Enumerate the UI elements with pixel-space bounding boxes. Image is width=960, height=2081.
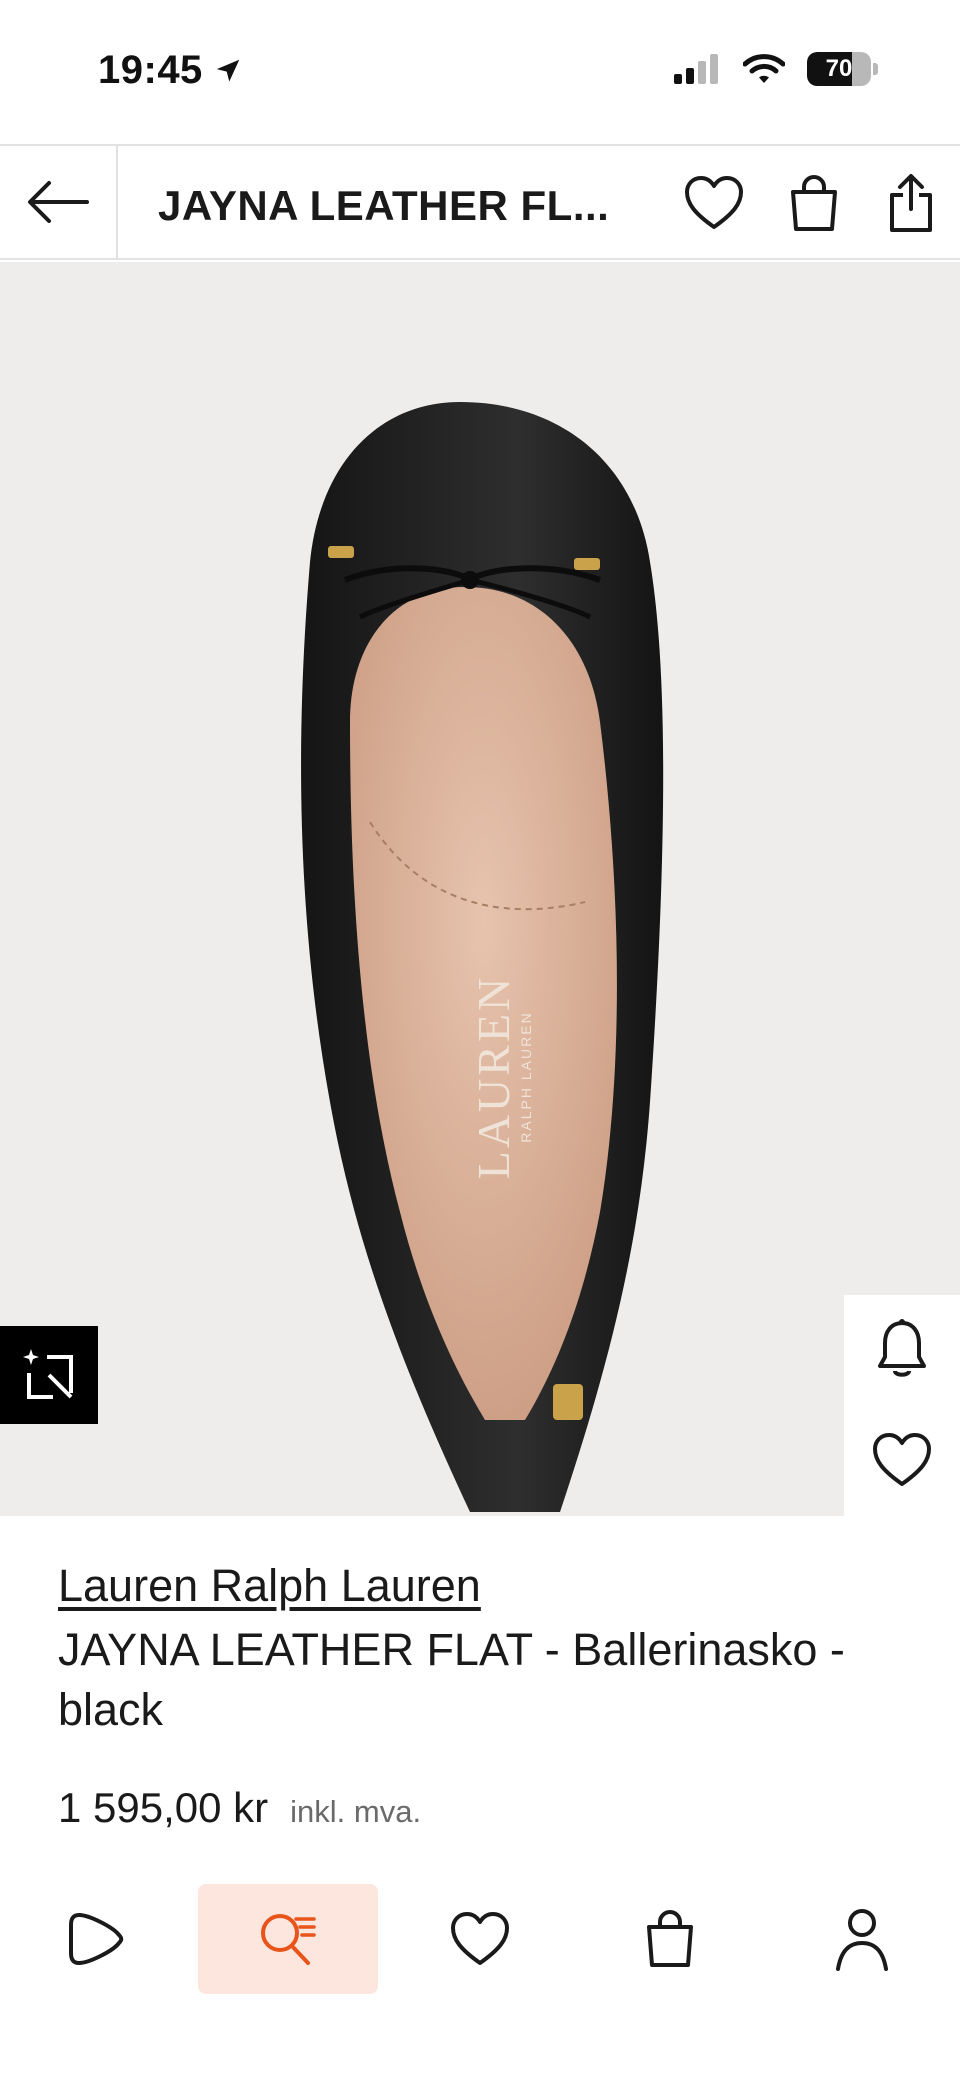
heart-icon — [685, 176, 743, 229]
find-similar-button[interactable] — [0, 1326, 98, 1424]
bell-icon — [878, 1319, 926, 1377]
price-row: 1 595,00 kr inkl. mva. — [58, 1784, 421, 1832]
bag-icon — [791, 175, 837, 231]
battery-level: 70 — [825, 55, 853, 82]
nav-item-cart[interactable] — [580, 1884, 760, 1994]
nav-item-search[interactable] — [198, 1884, 378, 1994]
product-name: JAYNA LEATHER FLAT - Ballerinasko - blac… — [58, 1624, 845, 1735]
brand-link[interactable]: Lauren Ralph Lauren — [58, 1560, 481, 1612]
nav-item-account[interactable] — [772, 1884, 952, 1994]
product-image[interactable]: LAUREN RALPH LAUREN — [0, 262, 960, 1516]
notify-button[interactable] — [844, 1295, 960, 1405]
brand-logo-text: LAUREN — [468, 974, 519, 1180]
status-indicators: 70 — [673, 52, 878, 86]
app-header: JAYNA LEATHER FL... — [0, 144, 960, 260]
nav-item-discover[interactable] — [5, 1884, 185, 1994]
wishlist-button[interactable] — [683, 172, 745, 234]
arrow-left-icon — [28, 181, 89, 223]
search-icon — [261, 1914, 316, 1965]
price: 1 595,00 kr — [58, 1784, 269, 1831]
vat-note: inkl. mva. — [290, 1794, 422, 1829]
shoe-image — [301, 402, 664, 1512]
status-time: 19:45 — [98, 48, 243, 93]
location-arrow-icon — [216, 59, 240, 82]
wifi-icon — [743, 54, 785, 83]
nav-item-wishlist[interactable] — [390, 1884, 570, 1994]
share-icon — [890, 174, 932, 232]
bottom-nav — [0, 1870, 960, 2081]
heart-icon — [451, 1912, 509, 1965]
sparkle-scan-icon — [23, 1349, 73, 1399]
brand-logo-imprint: LAUREN RALPH LAUREN — [468, 972, 534, 1182]
cart-button[interactable] — [783, 172, 845, 234]
user-icon — [836, 1909, 888, 1971]
battery-icon: 70 — [807, 52, 871, 86]
side-actions — [844, 1295, 960, 1517]
bag-icon — [647, 1910, 693, 1967]
side-wishlist-button[interactable] — [844, 1405, 960, 1515]
cellular-signal-icon — [674, 54, 718, 84]
status-bar: 19:45 70 — [0, 0, 960, 144]
back-button[interactable] — [0, 146, 118, 258]
share-button[interactable] — [880, 172, 942, 234]
status-time-label: 19:45 — [98, 48, 203, 92]
play-icon — [69, 1913, 124, 1965]
brand-logo-subtext: RALPH LAUREN — [518, 1011, 534, 1143]
heart-icon — [873, 1433, 931, 1486]
page-title: JAYNA LEATHER FL... — [158, 182, 610, 229]
